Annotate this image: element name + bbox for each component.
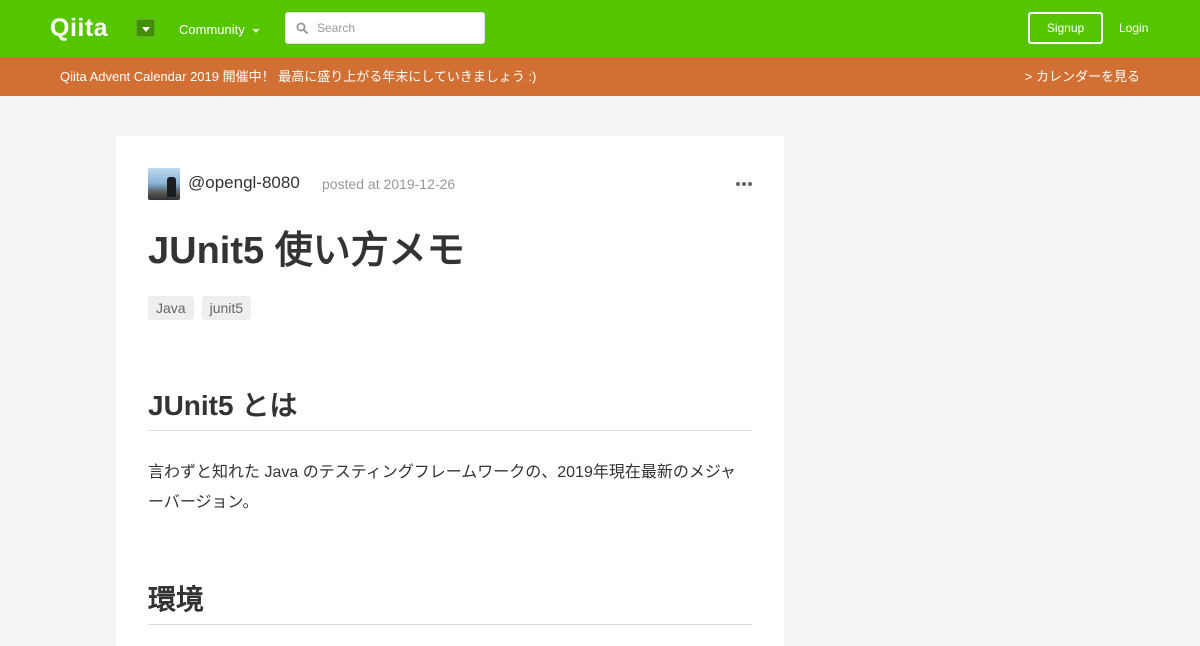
search-box [285,12,485,44]
banner-message: Qiita Advent Calendar 2019 開催中！ 最高に盛り上がる… [60,69,537,84]
section-heading-junit5: JUnit5 とは [148,389,752,431]
author-username[interactable]: @opengl-8080 [188,173,300,193]
service-menu-dropdown[interactable] [136,19,155,37]
chevron-down-icon [251,28,260,33]
top-navigation-bar: Qiita Community Signup Login [0,0,1200,57]
section-heading-environment: 環境 [148,583,752,625]
section-paragraph: 言わずと知れた Java のテスティングフレームワークの、2019年現在最新のメ… [148,464,737,511]
community-label: Community [179,22,245,37]
tag-junit5[interactable]: junit5 [201,296,252,320]
article-card: @opengl-8080 posted at 2019-12-26 JUnit5… [116,136,784,646]
tag-list: Java junit5 [148,296,252,320]
more-options-icon[interactable] [736,181,752,187]
qiita-logo[interactable]: Qiita [50,14,108,42]
advent-calendar-banner: Qiita Advent Calendar 2019 開催中！ 最高に盛り上がる… [0,57,1200,96]
search-icon [296,22,308,34]
view-calendar-link[interactable]: > カレンダーを見る [1025,68,1140,85]
posted-date: posted at 2019-12-26 [322,176,456,192]
article-title: JUnit5 使い方メモ [148,230,465,272]
signup-button[interactable]: Signup [1028,12,1103,44]
login-link[interactable]: Login [1119,19,1148,37]
tag-java[interactable]: Java [148,296,194,320]
author-avatar[interactable] [148,168,180,200]
search-input[interactable] [317,17,477,39]
community-menu[interactable]: Community [179,21,260,39]
